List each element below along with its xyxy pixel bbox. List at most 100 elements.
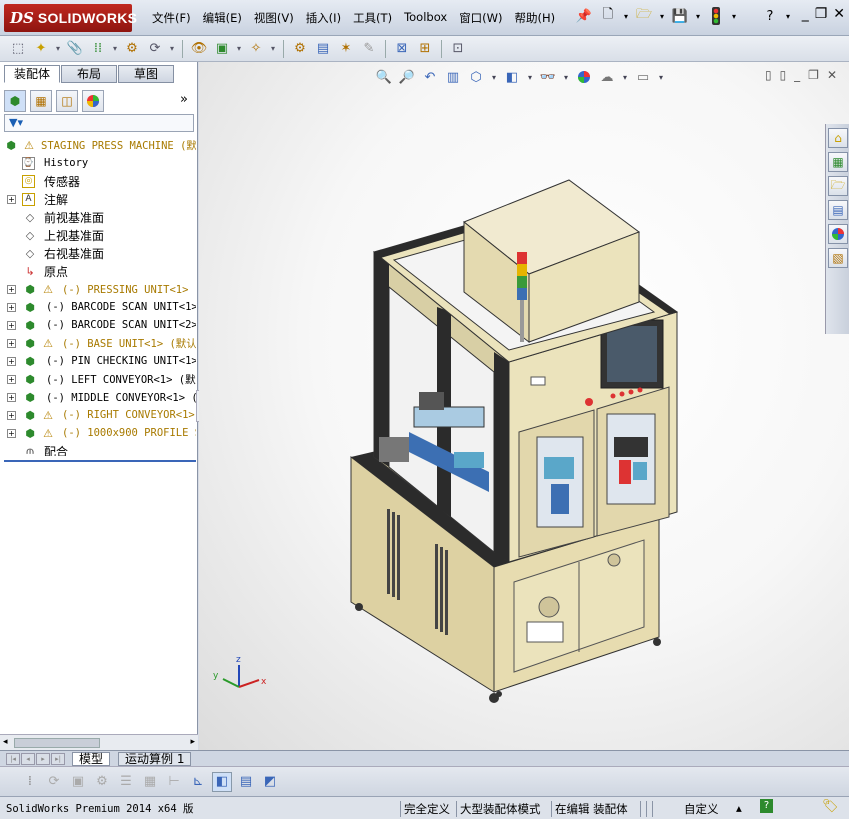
tree-item-subassembly[interactable]: + ⬢ ⚠ (-) PRESSING UNIT<1> (默 (0, 280, 196, 298)
rotate-icon[interactable]: ⟳ (44, 772, 64, 792)
minimize-icon[interactable]: _ (802, 6, 809, 22)
expand-icon[interactable]: + (7, 338, 16, 348)
more-tabs-icon[interactable]: » (180, 92, 188, 107)
axis-display-icon[interactable]: ⊾ (188, 772, 208, 792)
expand-icon[interactable]: + (7, 194, 16, 204)
smart-fasteners-icon[interactable]: ⚙ (122, 39, 142, 59)
file-explorer-icon[interactable]: 🗁 (828, 176, 848, 196)
expand-icon[interactable]: + (7, 410, 16, 420)
tab-sketch[interactable]: 草图 (118, 65, 174, 83)
solidworks-resources-icon[interactable]: ⌂ (828, 128, 848, 148)
menu-window[interactable]: 窗口(W) (453, 10, 508, 26)
tab-assembly[interactable]: 装配体 (4, 65, 60, 83)
configuration-manager-icon[interactable]: ◫ (56, 90, 78, 112)
units-dropdown[interactable]: 自定义 (684, 801, 719, 817)
tree-item-subassembly[interactable]: + ⬢ (-) BARCODE SCAN UNIT<1> (0, 298, 196, 316)
shaded-view-icon[interactable]: ◧ (212, 771, 232, 792)
tree-item-origin[interactable]: ↳ 原点 (0, 262, 196, 280)
open-icon[interactable]: 🗁 (634, 6, 654, 26)
tree-item-history[interactable]: ⌚ History (0, 154, 196, 172)
tag-icon[interactable]: 🏷 (822, 799, 839, 814)
pin-icon[interactable]: 📌 (574, 6, 594, 26)
insert-component-icon[interactable]: ⬚ (8, 39, 28, 59)
help-icon[interactable]: ? (760, 799, 773, 813)
tree-item-annotations[interactable]: + A 注解 (0, 190, 196, 208)
tree-item-sensors[interactable]: ◎ 传感器 (0, 172, 196, 190)
menu-toolbox[interactable]: Toolbox (398, 10, 453, 26)
expand-icon[interactable]: + (7, 428, 16, 438)
menu-help[interactable]: 帮助(H) (509, 10, 562, 26)
dropdown-icon[interactable]: ▾ (658, 6, 666, 26)
dropdown-icon[interactable]: ▾ (784, 6, 792, 26)
rollback-bar[interactable] (4, 460, 196, 462)
close-icon[interactable]: ✕ (833, 6, 845, 22)
appearance-manager-icon[interactable] (82, 90, 104, 112)
dropdown-icon[interactable]: ▾ (694, 6, 702, 26)
custom-properties-icon[interactable]: ▧ (828, 248, 848, 268)
save-icon[interactable]: 💾 (670, 6, 690, 26)
solidworks-logo[interactable]: DS SOLIDWORKS (4, 4, 137, 32)
expand-icon[interactable]: + (7, 356, 16, 366)
tree-item-subassembly[interactable]: + ⬢ (-) PIN CHECKING UNIT<1> (0, 352, 196, 370)
tree-item-subassembly[interactable]: + ⬢ (-) LEFT CONVEYOR<1> (默认 (0, 370, 196, 388)
new-part-icon[interactable]: ✦ (31, 39, 51, 59)
tab-model[interactable]: 模型 (72, 752, 111, 766)
new-document-icon[interactable]: 🗋 (598, 6, 618, 26)
menu-edit[interactable]: 编辑(E) (197, 10, 248, 26)
dropdown-icon[interactable]: ▾ (54, 39, 62, 59)
interference-detection-icon[interactable]: ⊠ (392, 39, 412, 59)
dropdown-icon[interactable]: ▾ (730, 6, 738, 26)
horizontal-scrollbar[interactable]: ◂ ▸ (0, 734, 198, 750)
dropdown-icon[interactable]: ▾ (269, 39, 277, 59)
tree-filter-bar[interactable]: ▼▾ (4, 114, 194, 132)
prev-tab-icon[interactable]: ◂ (21, 753, 35, 765)
instant3d-icon[interactable]: ⊡ (448, 39, 468, 59)
featuremanager-tree-icon[interactable]: ⬢ (4, 90, 26, 112)
last-tab-icon[interactable]: ▸| (51, 753, 65, 765)
expand-icon[interactable]: + (7, 320, 16, 330)
next-tab-icon[interactable]: ▸ (36, 753, 50, 765)
scroll-left-icon[interactable]: ◂ (3, 737, 8, 747)
tree-item-top-plane[interactable]: ◇ 上视基准面 (0, 226, 196, 244)
tab-layout[interactable]: 布局 (61, 65, 117, 83)
expand-icon[interactable]: + (7, 374, 16, 384)
expand-icon[interactable]: + (7, 284, 16, 294)
filter-icon[interactable]: ▼▾ (9, 116, 23, 129)
exploded-view-icon[interactable]: ✶ (336, 39, 356, 59)
tree-item-mates[interactable]: ⫙ 配合 (0, 442, 196, 456)
staging-press-machine-model[interactable]: z x y (199, 62, 849, 750)
view-palette-icon[interactable]: ▤ (828, 200, 848, 220)
reference-geometry-icon[interactable]: ✧ (246, 39, 266, 59)
tab-motion-study[interactable]: 运动算例 1 (118, 752, 192, 766)
dimension-icon[interactable]: ⊢ (164, 772, 184, 792)
grid-icon[interactable]: ▦ (140, 772, 160, 792)
tree-item-subassembly[interactable]: + ⬢ (-) BARCODE SCAN UNIT<2> (0, 316, 196, 334)
render-icon[interactable]: ◩ (260, 772, 280, 792)
move-component-icon[interactable]: ⟳ (145, 39, 165, 59)
explode-line-sketch-icon[interactable]: ✎ (359, 39, 379, 59)
tree-item-subassembly[interactable]: + ⬢ (-) MIDDLE CONVEYOR<1> (默 (0, 388, 196, 406)
menu-view[interactable]: 视图(V) (248, 10, 300, 26)
first-tab-icon[interactable]: |◂ (6, 753, 20, 765)
traffic-light-icon[interactable] (706, 6, 726, 26)
clearance-verification-icon[interactable]: ⊞ (415, 39, 435, 59)
menu-tools[interactable]: 工具(T) (347, 10, 398, 26)
dropdown-icon[interactable]: ▾ (622, 6, 630, 26)
expand-icon[interactable]: + (7, 302, 16, 312)
expand-icon[interactable]: + (7, 392, 16, 402)
units-dropdown-caret[interactable]: ▴ (736, 801, 742, 815)
tree-root[interactable]: ⬢ ⚠ STAGING PRESS MACHINE (默 (0, 136, 196, 154)
tree-item-subassembly[interactable]: + ⬢ ⚠ (-) BASE UNIT<1> (默认 (0, 334, 196, 352)
assembly-features-icon[interactable]: ▣ (212, 39, 232, 59)
menu-file[interactable]: 文件(F) (146, 10, 197, 26)
list-icon[interactable]: ☰ (116, 772, 136, 792)
large-assembly-mode[interactable]: 大型装配体模式 (460, 801, 541, 817)
table-view-icon[interactable]: ▤ (236, 772, 256, 792)
design-library-icon[interactable]: ▦ (828, 152, 848, 172)
linear-pattern-icon[interactable]: ⁞⁞ (88, 39, 108, 59)
dropdown-icon[interactable]: ▾ (168, 39, 176, 59)
dropdown-icon[interactable]: ▾ (111, 39, 119, 59)
graphics-area[interactable]: 🔍 🔎 ↶ ▥ ⬡ ▾ ◧ ▾ 👓 ▾ ☁ ▾ ▭ ▾ ▯ ▯ _ ❐ ✕ z … (199, 62, 849, 750)
dropdown-icon[interactable]: ▾ (235, 39, 243, 59)
bill-of-materials-icon[interactable]: ▤ (313, 39, 333, 59)
